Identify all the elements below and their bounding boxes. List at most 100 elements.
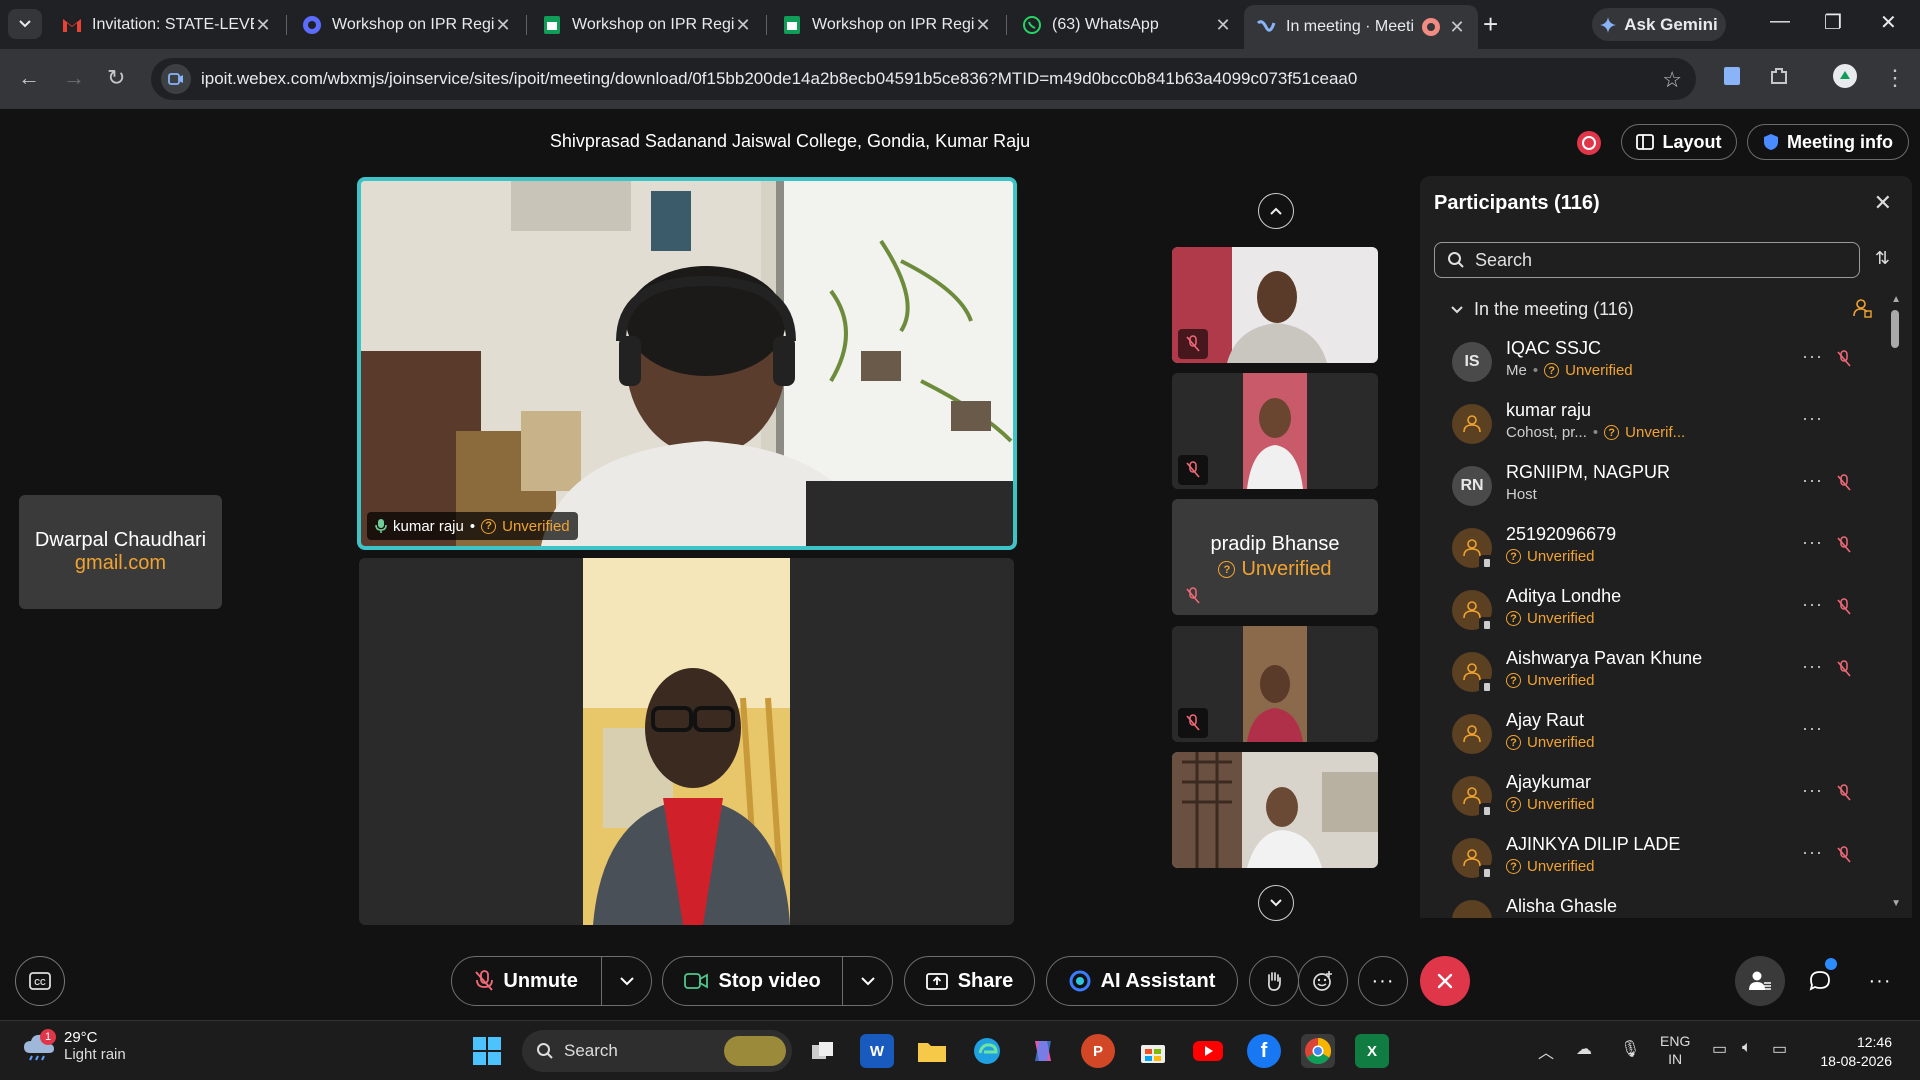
weather-widget[interactable]: 1 29°C Light rain	[22, 1029, 126, 1063]
browser-tab-active[interactable]: In meeting · Meeti ✕	[1244, 5, 1478, 49]
participant-row[interactable]: Aditya Londhe ? Unverified ···	[1420, 580, 1890, 642]
new-tab-button[interactable]: +	[1483, 10, 1498, 38]
powerpoint-icon[interactable]: P	[1081, 1034, 1115, 1068]
back-button[interactable]: ←	[18, 65, 40, 91]
strip-scroll-up-button[interactable]	[1258, 193, 1294, 229]
chat-button[interactable]	[1795, 956, 1845, 1006]
audio-options-button[interactable]	[602, 957, 651, 1005]
tab-close-icon[interactable]: ✕	[494, 15, 512, 36]
participant-thumbnail[interactable]	[1172, 247, 1378, 363]
forward-button[interactable]: →	[63, 65, 85, 91]
muted-mic-icon[interactable]	[1836, 350, 1852, 373]
show-hidden-icons[interactable]: ︿	[1538, 1039, 1554, 1063]
more-options-icon[interactable]: ···	[1802, 594, 1823, 615]
browser-tab[interactable]: (63) WhatsApp ✕	[1010, 7, 1244, 43]
microphone-icon[interactable]: 🎙︎	[1620, 1039, 1640, 1059]
more-options-icon[interactable]: ···	[1802, 718, 1823, 739]
participant-row[interactable]: RN RGNIIPM, NAGPUR Host ···	[1420, 456, 1890, 518]
sort-icon[interactable]: ⇅	[1875, 248, 1890, 269]
tab-close-icon[interactable]: ✕	[254, 15, 272, 36]
muted-mic-icon[interactable]	[1836, 598, 1852, 621]
youtube-icon[interactable]	[1191, 1034, 1225, 1068]
profile-avatar[interactable]	[1832, 63, 1858, 95]
copilot-icon[interactable]	[1026, 1034, 1060, 1068]
more-options-icon[interactable]: ···	[1802, 408, 1823, 429]
more-options-button[interactable]: ···	[1358, 956, 1408, 1006]
participants-toggle-button[interactable]	[1735, 956, 1785, 1006]
more-options-icon[interactable]: ···	[1802, 656, 1823, 677]
participant-thumbnail[interactable]	[1172, 752, 1378, 868]
participant-thumbnail[interactable]	[1172, 626, 1378, 742]
ask-gemini-button[interactable]: Ask Gemini	[1592, 8, 1726, 41]
more-options-icon[interactable]: ···	[1802, 842, 1823, 863]
section-header[interactable]: In the meeting (116)	[1450, 299, 1634, 320]
participant-row[interactable]: Ajay Raut ? Unverified ···	[1420, 704, 1890, 766]
muted-mic-icon[interactable]	[1836, 846, 1852, 869]
tab-close-icon[interactable]: ✕	[1214, 15, 1232, 36]
participant-thumbnail[interactable]: pradip Bhanse ? Unverified	[1172, 499, 1378, 615]
browser-tab[interactable]: Workshop on IPR Regi ✕	[530, 7, 764, 43]
site-info-icon[interactable]	[161, 64, 191, 94]
language-indicator[interactable]: ENG IN	[1660, 1032, 1690, 1068]
minimize-button[interactable]: —	[1770, 10, 1790, 33]
more-panels-button[interactable]: ···	[1855, 956, 1905, 1006]
scrollbar-thumb[interactable]	[1891, 310, 1899, 348]
participant-row[interactable]: Alisha Ghasle	[1420, 890, 1890, 918]
browser-tab[interactable]: Workshop on IPR Regi ✕	[770, 7, 1004, 43]
muted-mic-icon[interactable]	[1836, 784, 1852, 807]
reload-button[interactable]: ↻	[107, 65, 125, 91]
excel-icon[interactable]: X	[1355, 1034, 1389, 1068]
chrome-icon[interactable]	[1301, 1034, 1335, 1068]
bookmark-star-icon[interactable]: ☆	[1662, 67, 1682, 93]
search-input[interactable]: Search	[1434, 242, 1860, 278]
url-field[interactable]: ipoit.webex.com/wbxmjs/joinservice/sites…	[151, 58, 1696, 100]
video-options-button[interactable]	[843, 957, 892, 1005]
muted-mic-icon[interactable]	[1836, 660, 1852, 683]
extension-doc-icon[interactable]	[1722, 65, 1742, 93]
scroll-up-arrow[interactable]: ▲	[1891, 294, 1901, 305]
participant-row[interactable]: Aishwarya Pavan Khune ? Unverified ···	[1420, 642, 1890, 704]
store-icon[interactable]	[1136, 1034, 1170, 1068]
tab-close-icon[interactable]: ✕	[1448, 17, 1466, 38]
admit-all-icon[interactable]	[1852, 298, 1872, 323]
system-clock[interactable]: 12:46 18-08-2026	[1820, 1033, 1892, 1071]
more-options-icon[interactable]: ···	[1802, 470, 1823, 491]
recording-indicator[interactable]	[1577, 131, 1601, 155]
unmute-button[interactable]: Unmute	[452, 957, 601, 1005]
close-window-button[interactable]: ✕	[1880, 10, 1897, 35]
more-options-icon[interactable]: ···	[1802, 532, 1823, 553]
share-button[interactable]: Share	[904, 956, 1035, 1006]
layout-button[interactable]: Layout	[1621, 124, 1737, 160]
close-icon[interactable]: ✕	[1874, 190, 1892, 216]
participant-video-tile[interactable]	[359, 558, 1014, 925]
browser-tab[interactable]: Invitation: STATE-LEVEL ✕	[50, 7, 284, 43]
facebook-icon[interactable]: f	[1247, 1034, 1281, 1068]
word-icon[interactable]: W	[860, 1034, 894, 1068]
scroll-down-arrow[interactable]: ▼	[1891, 898, 1901, 909]
participant-row[interactable]: 25192096679 ? Unverified ···	[1420, 518, 1890, 580]
participant-card[interactable]: Dwarpal Chaudhari gmail.com	[19, 495, 222, 609]
more-options-icon[interactable]: ···	[1802, 346, 1823, 367]
raise-hand-button[interactable]	[1249, 956, 1299, 1006]
battery-icon[interactable]: ▭	[1772, 1039, 1787, 1059]
participant-row[interactable]: Ajaykumar ? Unverified ···	[1420, 766, 1890, 828]
network-icon[interactable]: ▭	[1712, 1039, 1727, 1059]
extensions-puzzle-icon[interactable]	[1768, 65, 1790, 93]
leave-meeting-button[interactable]	[1420, 956, 1470, 1006]
active-speaker-video[interactable]: kumar raju • ? Unverified	[357, 177, 1017, 550]
participant-row[interactable]: kumar raju Cohost, pr... • ? Unverif... …	[1420, 394, 1890, 456]
tab-close-icon[interactable]: ✕	[734, 15, 752, 36]
ai-assistant-button[interactable]: AI Assistant	[1046, 956, 1238, 1006]
more-options-icon[interactable]: ···	[1802, 780, 1823, 801]
tab-close-icon[interactable]: ✕	[974, 15, 992, 36]
participant-row[interactable]: AJINKYA DILIP LADE ? Unverified ···	[1420, 828, 1890, 890]
restore-button[interactable]: ❐	[1824, 10, 1842, 35]
meeting-info-button[interactable]: Meeting info	[1747, 124, 1909, 160]
strip-scroll-down-button[interactable]	[1258, 885, 1294, 921]
taskbar-search[interactable]: Search	[522, 1030, 792, 1072]
muted-mic-icon[interactable]	[1836, 474, 1852, 497]
muted-mic-icon[interactable]	[1836, 536, 1852, 559]
task-view-icon[interactable]	[806, 1034, 840, 1068]
participant-row[interactable]: IS IQAC SSJC Me • ? Unverified ···	[1420, 332, 1890, 394]
file-explorer-icon[interactable]	[915, 1034, 949, 1068]
